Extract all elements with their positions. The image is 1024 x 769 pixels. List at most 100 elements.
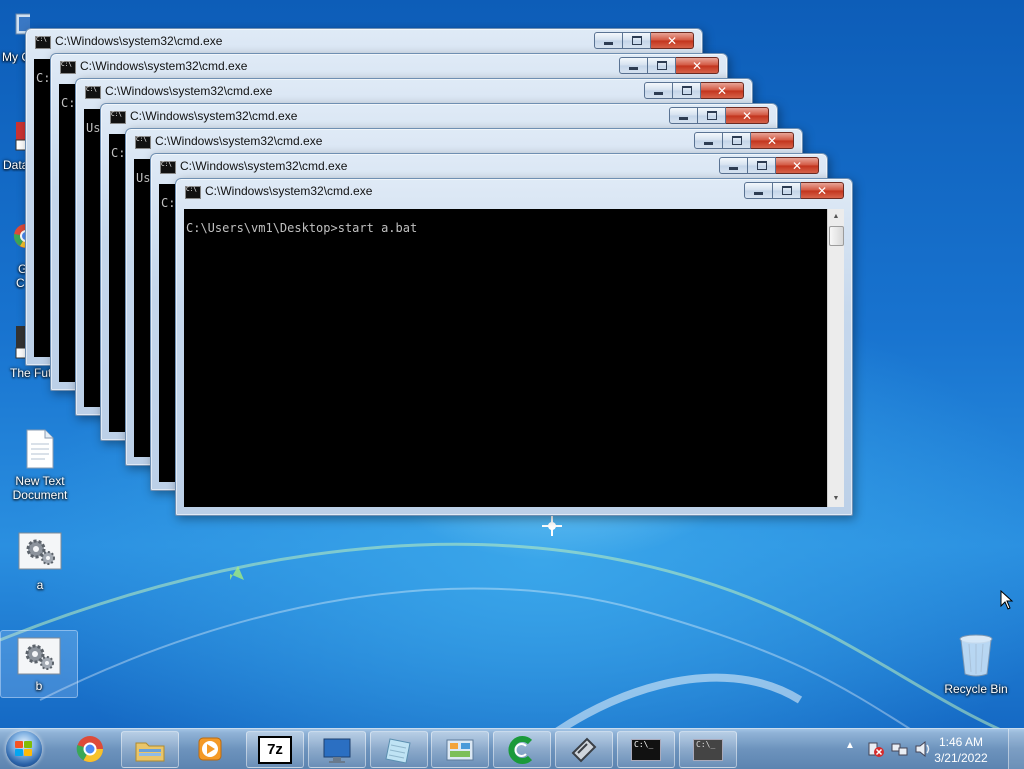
maximize-button[interactable] bbox=[773, 182, 801, 199]
minimize-button[interactable] bbox=[594, 32, 623, 49]
network-icon[interactable] bbox=[891, 740, 909, 758]
window-title: C:\Windows\system32\cmd.exe bbox=[55, 34, 223, 48]
close-icon: ✕ bbox=[816, 183, 828, 198]
close-button[interactable]: ✕ bbox=[676, 57, 719, 74]
maximize-button[interactable] bbox=[698, 107, 726, 124]
close-icon: ✕ bbox=[766, 133, 778, 148]
window-title: C:\Windows\system32\cmd.exe bbox=[130, 109, 298, 123]
desktop-icon-label: b bbox=[35, 679, 43, 693]
maximize-icon bbox=[781, 186, 792, 195]
tools-taskbar-icon[interactable] bbox=[555, 731, 613, 768]
show-desktop-button[interactable] bbox=[1008, 729, 1024, 769]
scroll-up-icon[interactable]: ▲ bbox=[828, 209, 844, 225]
desktop-icon-b[interactable]: b bbox=[0, 630, 78, 698]
vertical-scrollbar[interactable]: ▲▼ bbox=[827, 209, 844, 507]
minimize-icon bbox=[704, 142, 713, 145]
cmd-window-active[interactable]: C:\ C:\Windows\system32\cmd.exe ✕ C:\Use… bbox=[175, 178, 853, 516]
console-line: C: bbox=[36, 71, 51, 85]
close-button[interactable]: ✕ bbox=[726, 107, 769, 124]
maximize-button[interactable] bbox=[673, 82, 701, 99]
explorer-taskbar-icon[interactable] bbox=[121, 731, 179, 768]
monitor-icon bbox=[323, 738, 351, 763]
console-line: Us bbox=[136, 171, 151, 185]
caption-buttons: ✕ bbox=[669, 107, 769, 124]
chrome-shortcut-icon bbox=[13, 224, 26, 248]
maximize-button[interactable] bbox=[648, 57, 676, 74]
clock-time: 1:46 AM bbox=[938, 735, 984, 749]
start-button[interactable] bbox=[6, 731, 42, 767]
maximize-icon bbox=[656, 61, 667, 70]
desktop-icon-chrome[interactable]: G C bbox=[0, 222, 26, 290]
remote-desktop-taskbar-icon[interactable] bbox=[308, 731, 366, 768]
minimize-icon bbox=[654, 92, 663, 95]
caption-buttons: ✕ bbox=[644, 82, 744, 99]
console-area[interactable]: C:\Users\vm1\Desktop>start a.bat bbox=[184, 209, 828, 507]
control-panel-taskbar-icon[interactable] bbox=[431, 731, 489, 768]
close-button[interactable]: ✕ bbox=[701, 82, 744, 99]
close-button[interactable]: ✕ bbox=[751, 132, 794, 149]
close-icon: ✕ bbox=[691, 58, 703, 73]
tray-overflow-icon[interactable]: ▲ bbox=[845, 740, 855, 751]
notepad-taskbar-icon[interactable] bbox=[370, 731, 428, 768]
console-line: C: bbox=[111, 146, 126, 160]
7zip-icon: 7z bbox=[258, 735, 292, 764]
clock[interactable]: 1:46 AM 3/21/2022 bbox=[926, 734, 996, 766]
cmd-app-icon: C:\ bbox=[160, 161, 176, 174]
7zip-taskbar-icon[interactable]: 7z bbox=[246, 731, 304, 768]
close-icon: ✕ bbox=[666, 33, 678, 48]
maximize-button[interactable] bbox=[748, 157, 776, 174]
minimize-button[interactable] bbox=[694, 132, 723, 149]
maximize-icon bbox=[631, 36, 642, 45]
ccleaner-taskbar-icon[interactable] bbox=[493, 731, 551, 768]
chrome-taskbar-icon[interactable] bbox=[62, 731, 118, 766]
action-center-icon[interactable] bbox=[866, 740, 884, 758]
desktop-icon-recycle-bin[interactable]: Recycle Bin bbox=[936, 632, 1016, 696]
desktop-icon-new-text-document[interactable]: New Text Document bbox=[2, 428, 78, 502]
batch-gears-icon bbox=[18, 532, 62, 570]
cmd-app-icon: C:\ bbox=[135, 136, 151, 149]
minimize-icon bbox=[679, 117, 688, 120]
cmd-app-icon: C:\ bbox=[85, 86, 101, 99]
minimize-button[interactable] bbox=[719, 157, 748, 174]
close-button[interactable]: ✕ bbox=[651, 32, 694, 49]
cmd-app-icon: C:\ bbox=[35, 36, 51, 49]
cmd-app-icon: C:\ bbox=[60, 61, 76, 74]
close-button[interactable]: ✕ bbox=[801, 182, 844, 199]
minimize-button[interactable] bbox=[644, 82, 673, 99]
maximize-button[interactable] bbox=[623, 32, 651, 49]
minimize-button[interactable] bbox=[669, 107, 698, 124]
mouse-cursor-icon bbox=[1000, 590, 1014, 610]
taskbar: 7z C:\_ C:\_ ▲ 1:46 AM 3/21/2022 bbox=[0, 728, 1024, 769]
folder-icon bbox=[135, 742, 165, 761]
maximize-icon bbox=[731, 136, 742, 145]
scroll-thumb[interactable] bbox=[829, 226, 844, 246]
windows-logo-icon bbox=[15, 741, 33, 757]
maximize-icon bbox=[706, 111, 717, 120]
ccleaner-icon bbox=[508, 735, 533, 764]
media-player-taskbar-icon[interactable] bbox=[182, 731, 238, 766]
media-player-icon bbox=[198, 737, 222, 760]
window-title: C:\Windows\system32\cmd.exe bbox=[80, 59, 248, 73]
scroll-down-icon[interactable]: ▼ bbox=[828, 491, 844, 507]
maximize-icon bbox=[756, 161, 767, 170]
caption-buttons: ✕ bbox=[619, 57, 719, 74]
desktop-icon-label: a bbox=[36, 578, 44, 592]
batch-gears-icon bbox=[17, 637, 61, 675]
minimize-icon bbox=[754, 192, 763, 195]
cmd-icon: C:\_ bbox=[693, 738, 723, 761]
minimize-icon bbox=[729, 167, 738, 170]
cmd-taskbar-icon-2[interactable]: C:\_ bbox=[679, 731, 737, 768]
maximize-button[interactable] bbox=[723, 132, 751, 149]
minimize-button[interactable] bbox=[744, 182, 773, 199]
console-line: C: bbox=[161, 196, 176, 210]
desktop-icon-label: New Text Document bbox=[12, 474, 68, 502]
cmd-app-icon: C:\ bbox=[110, 111, 126, 124]
desktop-icon-the-future[interactable]: The Fut bbox=[0, 322, 51, 380]
minimize-icon bbox=[629, 67, 638, 70]
desktop-icon-a[interactable]: a bbox=[2, 532, 78, 592]
cmd-taskbar-icon[interactable]: C:\_ bbox=[617, 731, 675, 768]
close-button[interactable]: ✕ bbox=[776, 157, 819, 174]
caption-buttons: ✕ bbox=[719, 157, 819, 174]
desktop-icon-data[interactable]: Data bbox=[0, 118, 28, 172]
minimize-button[interactable] bbox=[619, 57, 648, 74]
